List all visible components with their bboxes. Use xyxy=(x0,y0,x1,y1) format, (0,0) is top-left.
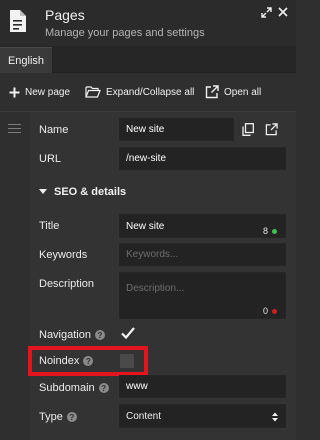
navigation-checkbox[interactable] xyxy=(120,326,136,340)
open-all-label: Open all xyxy=(224,86,262,98)
language-tab-english[interactable]: English xyxy=(0,47,52,73)
title-label: Title xyxy=(39,220,60,232)
status-dot-green xyxy=(272,228,278,234)
copy-icon xyxy=(241,123,254,136)
url-input[interactable]: /new-site xyxy=(119,147,286,170)
type-label-text: Type xyxy=(39,411,63,423)
open-all-button[interactable]: Open all xyxy=(205,84,261,100)
select-arrows-icon xyxy=(272,412,278,422)
page-subtitle: Manage your pages and settings xyxy=(45,27,205,39)
description-count: 0 xyxy=(263,306,269,316)
name-label: Name xyxy=(39,124,69,136)
drag-handle[interactable] xyxy=(8,124,21,133)
expand-collapse-button[interactable]: Expand/Collapse all xyxy=(85,84,194,100)
toolbar: New page Expand/Collapse all Open all xyxy=(0,73,296,111)
subdomain-label: Subdomain? xyxy=(39,382,109,394)
noindex-highlight xyxy=(28,346,148,376)
caret-down-icon xyxy=(39,189,47,194)
subdomain-input[interactable]: www xyxy=(119,375,286,398)
external-link-icon xyxy=(265,123,278,136)
copy-button[interactable] xyxy=(238,119,257,140)
title-char-counter: 8 xyxy=(263,226,278,236)
plus-icon xyxy=(9,87,20,97)
subdomain-label-text: Subdomain xyxy=(39,382,95,394)
type-select-value: Content xyxy=(126,410,162,422)
panel-header: Pages Manage your pages and settings xyxy=(0,0,296,46)
type-select[interactable]: Content xyxy=(119,404,286,428)
description-label: Description xyxy=(39,278,95,290)
description-textarea[interactable]: Description... xyxy=(119,272,286,319)
open-page-button[interactable] xyxy=(262,119,281,140)
new-page-label: New page xyxy=(25,86,71,98)
folder-open-icon xyxy=(85,86,101,98)
page-title: Pages xyxy=(45,7,85,23)
type-label: Type? xyxy=(39,411,77,423)
description-char-counter: 0 xyxy=(263,306,278,316)
new-page-button[interactable]: New page xyxy=(9,84,70,100)
close-icon[interactable] xyxy=(278,7,288,17)
seo-section-toggle[interactable]: SEO & details xyxy=(39,186,126,198)
expand-icon[interactable] xyxy=(261,7,272,18)
keywords-label: Keywords xyxy=(39,249,88,261)
keywords-input[interactable]: Keywords... xyxy=(119,243,286,266)
document-icon xyxy=(10,10,26,32)
title-input[interactable]: New site xyxy=(119,214,286,238)
external-link-icon xyxy=(205,85,219,99)
name-input[interactable]: New site xyxy=(119,118,234,141)
help-icon[interactable]: ? xyxy=(66,412,77,423)
help-icon[interactable]: ? xyxy=(94,330,105,341)
expand-collapse-label: Expand/Collapse all xyxy=(106,86,195,98)
url-label: URL xyxy=(39,153,62,165)
navigation-label: Navigation? xyxy=(39,329,105,341)
help-icon[interactable]: ? xyxy=(98,383,109,394)
navigation-label-text: Navigation xyxy=(39,329,91,341)
language-bar: English xyxy=(0,46,296,73)
title-count: 8 xyxy=(263,226,269,236)
status-dot-red xyxy=(272,308,278,314)
seo-section-label: SEO & details xyxy=(54,186,127,198)
